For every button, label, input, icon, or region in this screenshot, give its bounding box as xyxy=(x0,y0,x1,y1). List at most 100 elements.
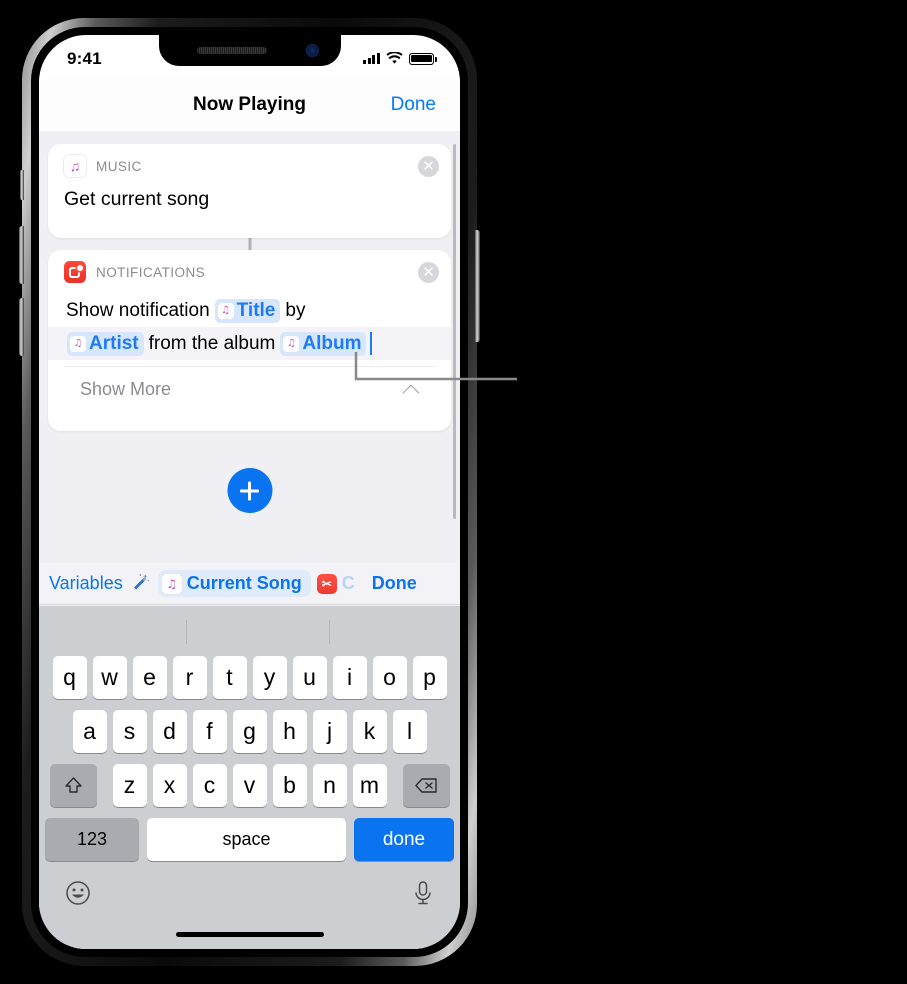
chevron-up-icon xyxy=(405,382,419,396)
key-n[interactable]: n xyxy=(312,764,347,807)
emoji-smiley-icon[interactable] xyxy=(65,880,91,911)
key-p[interactable]: p xyxy=(412,656,447,699)
key-t[interactable]: t xyxy=(212,656,247,699)
action-card-notifications[interactable]: NOTIFICATIONS ✕ Show notification ♫ Titl… xyxy=(48,250,451,431)
variables-toolbar: Variables ♫ Current Song ✂ C Done xyxy=(39,563,460,605)
scrollbar[interactable] xyxy=(453,144,456,519)
action-body: Show notification ♫ Title by ♫ Artist fr… xyxy=(48,294,451,411)
shift-key[interactable] xyxy=(49,764,97,807)
music-note-glyph: ♫ xyxy=(286,337,296,349)
shortcut-editor-content: ♫ MUSIC ✕ Get current song NOTIFICATIONS… xyxy=(39,131,460,949)
wifi-icon xyxy=(386,52,403,64)
key-u[interactable]: u xyxy=(292,656,327,699)
volume-up-button[interactable] xyxy=(19,226,24,284)
status-indicators xyxy=(363,52,437,65)
keyboard-row-3: zxcvbnm xyxy=(39,764,460,807)
variable-token-artist[interactable]: ♫ Artist xyxy=(67,331,144,356)
magic-wand-icon[interactable] xyxy=(131,573,150,595)
on-screen-keyboard: qwertyuiop asdfghjkl zxcvbnm 123 space d… xyxy=(39,606,460,949)
key-k[interactable]: k xyxy=(352,710,387,753)
key-f[interactable]: f xyxy=(192,710,227,753)
phone-bezel: 9:41 Now Playing Done ♫ MUSIC ✕ Get curr… xyxy=(31,27,468,957)
token-label: Album xyxy=(302,332,362,354)
power-button[interactable] xyxy=(475,230,480,342)
variable-chip-clipboard[interactable]: ✂ C xyxy=(316,570,364,597)
key-b[interactable]: b xyxy=(272,764,307,807)
key-z[interactable]: z xyxy=(112,764,147,807)
music-note-glyph: ♫ xyxy=(221,304,231,316)
keyboard-toolbar-done-button[interactable]: Done xyxy=(372,573,417,594)
action-body: Get current song xyxy=(48,188,451,225)
key-y[interactable]: y xyxy=(252,656,287,699)
chip-label: Current Song xyxy=(186,573,302,593)
music-note-glyph: ♫ xyxy=(69,158,81,174)
key-l[interactable]: l xyxy=(392,710,427,753)
key-o[interactable]: o xyxy=(372,656,407,699)
phone-frame: 9:41 Now Playing Done ♫ MUSIC ✕ Get curr… xyxy=(19,18,480,966)
keyboard-row-1: qwertyuiop xyxy=(39,656,460,699)
action-app-name: MUSIC xyxy=(96,158,142,174)
add-action-button[interactable] xyxy=(227,468,272,513)
nav-done-button[interactable]: Done xyxy=(391,94,436,116)
key-e[interactable]: e xyxy=(132,656,167,699)
notification-text-line-1: Show notification ♫ Title by xyxy=(64,294,435,327)
static-text: Show notification xyxy=(66,299,210,321)
key-a[interactable]: a xyxy=(72,710,107,753)
page-title: Now Playing xyxy=(193,94,306,115)
action-app-name: NOTIFICATIONS xyxy=(96,264,206,280)
key-j[interactable]: j xyxy=(312,710,347,753)
actions-scroll-area[interactable]: ♫ MUSIC ✕ Get current song NOTIFICATIONS… xyxy=(39,131,460,563)
microphone-icon[interactable] xyxy=(412,880,434,910)
variables-label[interactable]: Variables xyxy=(49,573,123,594)
close-icon[interactable]: ✕ xyxy=(418,155,439,177)
key-r[interactable]: r xyxy=(172,656,207,699)
variable-chip-current-song[interactable]: ♫ Current Song xyxy=(157,570,311,597)
action-title: Get current song xyxy=(64,188,210,210)
volume-down-button[interactable] xyxy=(19,298,24,356)
cellular-bars-icon xyxy=(363,53,380,64)
show-more-button[interactable]: Show More xyxy=(64,366,435,411)
key-i[interactable]: i xyxy=(332,656,367,699)
notification-text-field[interactable]: Show notification ♫ Title by ♫ Artist fr… xyxy=(48,294,451,366)
text-caret xyxy=(370,332,373,355)
action-card-header: ♫ MUSIC ✕ xyxy=(48,144,451,188)
predictive-divider xyxy=(186,620,187,644)
show-more-label: Show More xyxy=(80,378,172,399)
home-indicator xyxy=(175,932,324,937)
variable-token-album[interactable]: ♫ Album xyxy=(280,331,367,356)
backspace-key[interactable] xyxy=(402,764,450,807)
token-label: Artist xyxy=(89,332,139,354)
notch xyxy=(158,35,341,66)
keyboard-done-key[interactable]: done xyxy=(354,818,454,861)
key-q[interactable]: q xyxy=(52,656,87,699)
key-w[interactable]: w xyxy=(92,656,127,699)
silent-switch[interactable] xyxy=(20,170,24,200)
key-d[interactable]: d xyxy=(152,710,187,753)
status-time: 9:41 xyxy=(67,48,102,68)
navigation-bar: Now Playing Done xyxy=(39,79,460,131)
keyboard-row-4: 123 space done xyxy=(39,818,460,861)
numbers-key[interactable]: 123 xyxy=(45,818,139,861)
music-note-icon: ♫ xyxy=(161,573,182,594)
predictive-divider xyxy=(329,620,330,644)
key-m[interactable]: m xyxy=(352,764,387,807)
speaker-grille-icon xyxy=(196,47,267,54)
predictive-text-bar xyxy=(39,608,460,656)
static-text: by xyxy=(285,299,306,321)
key-s[interactable]: s xyxy=(112,710,147,753)
key-c[interactable]: c xyxy=(192,764,227,807)
variable-token-title[interactable]: ♫ Title xyxy=(214,298,281,323)
close-icon[interactable]: ✕ xyxy=(418,261,439,283)
shift-arrow-icon xyxy=(64,777,82,793)
music-note-glyph: ♫ xyxy=(73,337,83,349)
key-x[interactable]: x xyxy=(152,764,187,807)
chip-label: C xyxy=(341,573,355,593)
action-card-music[interactable]: ♫ MUSIC ✕ Get current song xyxy=(48,144,451,238)
front-camera-icon xyxy=(305,44,319,57)
music-app-icon: ♫ xyxy=(64,155,86,177)
space-key[interactable]: space xyxy=(147,818,346,861)
key-v[interactable]: v xyxy=(232,764,267,807)
key-g[interactable]: g xyxy=(232,710,267,753)
key-h[interactable]: h xyxy=(272,710,307,753)
notifications-app-icon xyxy=(64,261,86,283)
